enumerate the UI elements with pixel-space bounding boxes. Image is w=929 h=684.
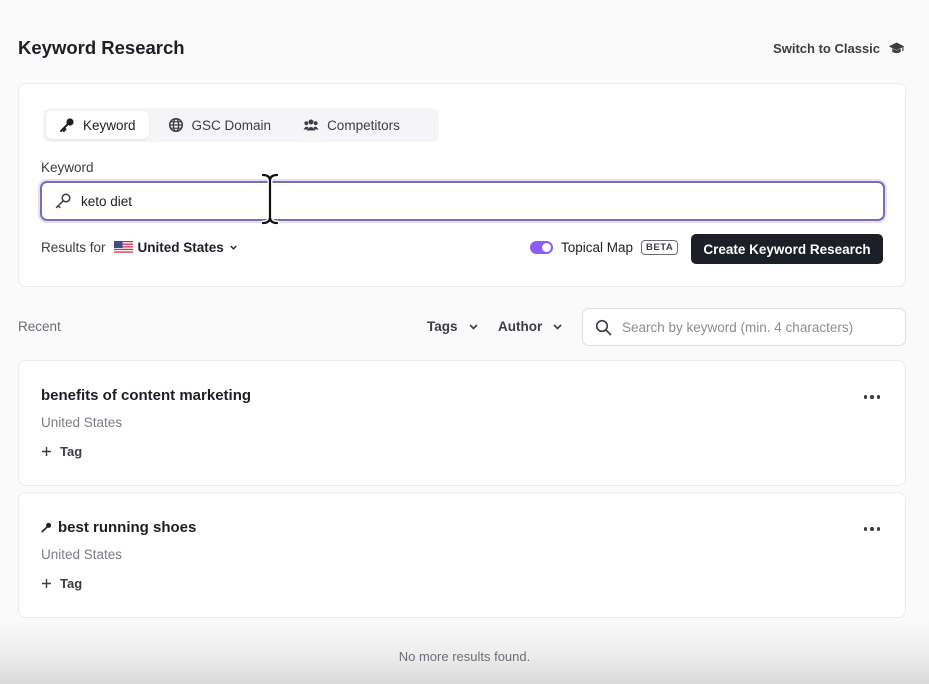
add-tag-label: Tag [60, 444, 83, 459]
more-dot [863, 527, 867, 531]
recent-item-country: United States [41, 415, 123, 430]
create-keyword-research-button[interactable]: Create Keyword Research [691, 234, 883, 264]
recent-item-title-text: benefits of content marketing [41, 387, 252, 404]
tab-competitors[interactable]: Competitors [290, 111, 413, 139]
mode-tabs: Keyword GSC Domain Competitors [43, 108, 439, 142]
tab-competitors-label: Competitors [327, 117, 400, 133]
key-icon [41, 522, 52, 533]
tab-gsc-domain[interactable]: GSC Domain [155, 111, 285, 139]
recent-item-card[interactable]: best running shoes United States Tag [18, 492, 906, 618]
topical-map-row: Topical Map BETA [530, 240, 679, 255]
keyword-research-form: Keyword GSC Domain Competitors Keyword k… [18, 83, 906, 287]
tab-keyword[interactable]: Keyword [46, 111, 149, 139]
recent-search-container[interactable] [582, 308, 906, 346]
tags-filter-label: Tags [427, 319, 458, 334]
recent-item-title[interactable]: benefits of content marketing [41, 387, 251, 404]
more-options-button[interactable] [863, 523, 880, 535]
recent-item-card[interactable]: benefits of content marketing United Sta… [18, 360, 906, 486]
more-options-button[interactable] [863, 391, 880, 403]
recent-item-country: United States [41, 547, 123, 562]
tab-gsc-domain-label: GSC Domain [191, 117, 272, 133]
topical-map-label: Topical Map [561, 240, 634, 255]
more-dot [876, 395, 880, 399]
chevron-down-icon [468, 324, 478, 330]
us-flag-icon [113, 241, 133, 254]
author-filter-dropdown[interactable]: Author [498, 319, 563, 334]
key-icon [60, 118, 74, 132]
recent-item-title[interactable]: best running shoes [41, 519, 196, 536]
beta-badge: BETA [641, 240, 679, 255]
author-filter-label: Author [498, 319, 543, 334]
more-dot [876, 527, 880, 531]
search-icon [595, 319, 612, 335]
plus-icon [42, 447, 51, 456]
chevron-down-icon [553, 324, 562, 330]
recent-item-title-text: best running shoes [58, 519, 197, 536]
text-cursor-icon [260, 172, 280, 226]
more-dot [863, 395, 867, 399]
add-tag-button[interactable]: Tag [41, 444, 82, 459]
switch-to-classic-label: Switch to Classic [773, 41, 880, 56]
tags-filter-dropdown[interactable]: Tags [427, 319, 479, 334]
globe-icon [168, 117, 183, 133]
page-title: Keyword Research [18, 37, 185, 58]
keyword-input-container[interactable] [40, 181, 885, 221]
results-for-row: Results for United States [41, 240, 238, 255]
recent-section-label: Recent [18, 319, 61, 334]
more-dot [870, 527, 874, 531]
chevron-down-icon [230, 245, 237, 250]
results-for-label: Results for [41, 240, 106, 255]
plus-icon [42, 579, 51, 588]
keyword-field-label: Keyword [41, 160, 94, 175]
keyword-input[interactable] [81, 193, 781, 209]
users-icon [303, 119, 319, 131]
add-tag-button[interactable]: Tag [41, 576, 82, 591]
add-tag-label: Tag [60, 576, 83, 591]
key-icon [55, 193, 71, 209]
no-more-results-message: No more results found. [398, 649, 531, 664]
more-dot [870, 395, 874, 399]
tab-keyword-label: Keyword [83, 117, 136, 133]
graduation-cap-icon [888, 42, 905, 54]
country-select-value: United States [137, 240, 224, 255]
recent-search-input[interactable] [622, 319, 892, 335]
switch-to-classic-button[interactable]: Switch to Classic [773, 40, 905, 57]
topical-map-toggle[interactable] [530, 241, 553, 254]
country-select[interactable]: United States [113, 240, 238, 255]
